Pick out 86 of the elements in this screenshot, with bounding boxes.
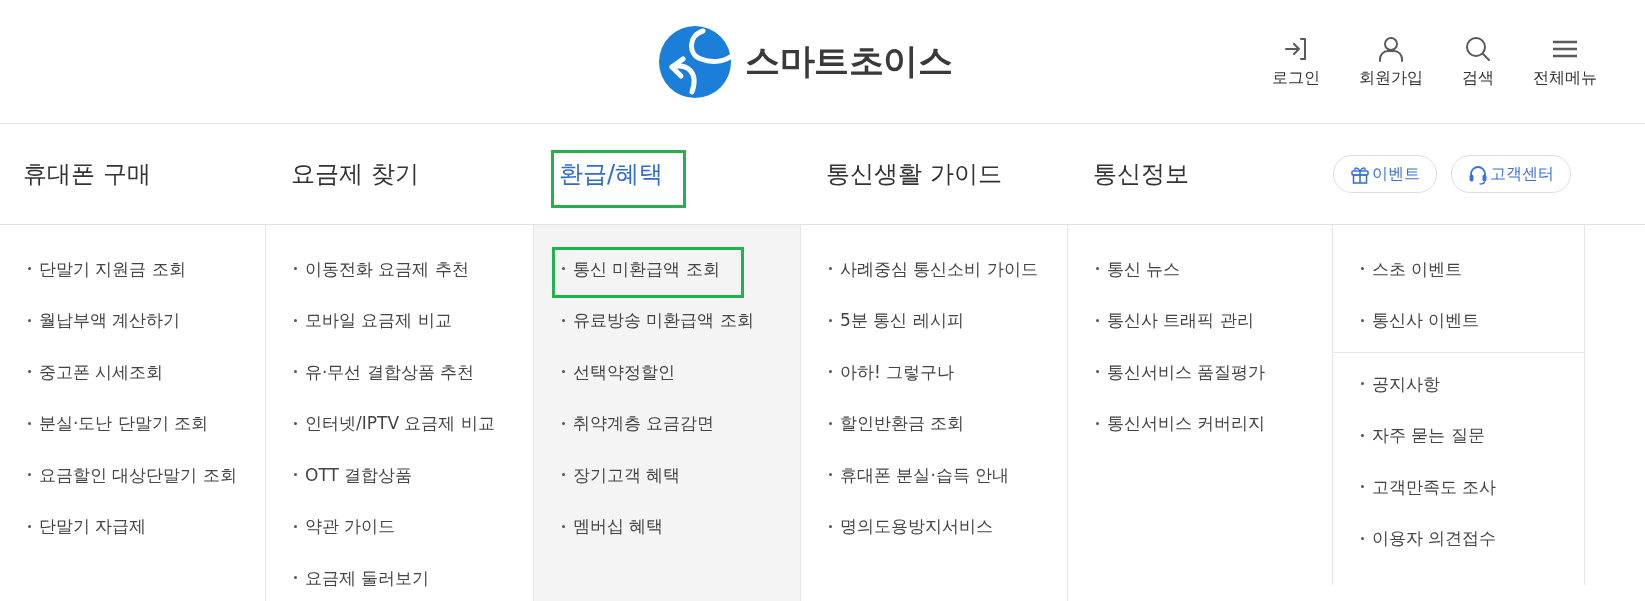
menu-link[interactable]: 명의도용방지서비스 <box>829 514 993 539</box>
quick-link-button[interactable]: 고객센터 <box>1451 155 1571 193</box>
search-icon <box>1464 34 1492 63</box>
bullet-icon <box>28 318 31 322</box>
menu-link[interactable]: 중고폰 시세조회 <box>28 359 164 384</box>
bullet-icon <box>829 267 832 271</box>
menu-link[interactable]: 유료방송 미환급액 조회 <box>562 308 754 333</box>
menu-link[interactable]: 통신사 이벤트 <box>1361 308 1480 333</box>
menu-link[interactable]: 통신서비스 품질평가 <box>1096 359 1266 384</box>
logo-text: 스마트초이스 <box>745 40 952 83</box>
bullet-icon <box>562 524 565 528</box>
menu-link[interactable]: 할인반환금 조회 <box>829 411 965 436</box>
bullet-icon <box>1096 318 1099 322</box>
bullet-icon <box>294 318 297 322</box>
menu-link[interactable]: 선택약정할인 <box>562 359 675 384</box>
menu-link[interactable]: 취약계층 요금감면 <box>562 411 715 436</box>
menu-link[interactable]: 요금제 둘러보기 <box>294 565 430 590</box>
header-action-button[interactable]: 전체메뉴 <box>1533 34 1597 89</box>
nav-tab[interactable]: 환급/혜택 <box>551 150 687 208</box>
menu-link[interactable]: 5분 통신 레시피 <box>829 308 964 333</box>
menu-link[interactable]: 사례중심 통신소비 가이드 <box>829 256 1038 281</box>
menu-link[interactable]: 통신 미환급액 조회 <box>552 246 744 298</box>
bullet-icon <box>829 473 832 477</box>
bullet-icon <box>294 267 297 271</box>
menu-link[interactable]: 통신 뉴스 <box>1096 256 1181 281</box>
menu-link[interactable]: 월납부액 계산하기 <box>28 308 181 333</box>
bullet-icon <box>28 267 31 271</box>
bullet-icon <box>562 421 565 425</box>
menu-link[interactable]: 통신사 트래픽 관리 <box>1096 308 1254 333</box>
nav-tab[interactable]: 요금제 찾기 <box>291 159 419 189</box>
bullet-icon <box>562 318 565 322</box>
bullet-icon <box>829 370 832 374</box>
bullet-icon <box>294 421 297 425</box>
bullet-icon <box>1096 267 1099 271</box>
bullet-icon <box>829 318 832 322</box>
bullet-icon <box>1096 370 1099 374</box>
menu-link[interactable]: 자주 묻는 질문 <box>1361 423 1485 448</box>
nav-tab[interactable]: 통신생활 가이드 <box>826 159 1002 189</box>
bullet-icon <box>1361 318 1364 322</box>
menu-link[interactable]: 이동전화 요금제 추천 <box>294 256 469 281</box>
bullet-icon <box>28 473 31 477</box>
menu-link[interactable]: 모바일 요금제 비교 <box>294 308 452 333</box>
bullet-icon <box>829 524 832 528</box>
menu-link[interactable]: 고객만족도 조사 <box>1361 474 1497 499</box>
menu-link[interactable]: 약관 가이드 <box>294 514 396 539</box>
menu-link[interactable]: 분실·도난 단말기 조회 <box>28 411 209 436</box>
bullet-icon <box>1361 536 1364 540</box>
bullet-icon <box>28 370 31 374</box>
bullet-icon <box>28 524 31 528</box>
menu-link[interactable]: 휴대폰 분실·습득 안내 <box>829 462 1010 487</box>
bullet-icon <box>294 524 297 528</box>
headset-icon <box>1468 163 1488 185</box>
menu-link[interactable]: 공지사항 <box>1361 371 1440 396</box>
bullet-icon <box>1361 433 1364 437</box>
menu-link[interactable]: 요금할인 대상단말기 조회 <box>28 462 237 487</box>
bullet-icon <box>562 473 565 477</box>
menu-link[interactable]: 아하! 그렇구나 <box>829 359 955 384</box>
bullet-icon <box>1361 382 1364 386</box>
nav-tab[interactable]: 통신정보 <box>1093 159 1189 189</box>
bullet-icon <box>294 370 297 374</box>
menu-link[interactable]: 단말기 자급제 <box>28 514 147 539</box>
menu-link[interactable]: 장기고객 혜택 <box>562 462 681 487</box>
bullet-icon <box>1361 267 1364 271</box>
header-action-button[interactable]: 로그인 <box>1272 34 1320 89</box>
bullet-icon <box>562 370 565 374</box>
menu-link[interactable]: 유·무선 결합상품 추천 <box>294 359 475 384</box>
menu-link[interactable]: 이용자 의견접수 <box>1361 526 1497 551</box>
menu-link[interactable]: 단말기 지원금 조회 <box>28 256 186 281</box>
bullet-icon <box>829 421 832 425</box>
header-action-button[interactable]: 회원가입 <box>1359 34 1423 89</box>
person-icon <box>1377 34 1405 63</box>
quick-link-button[interactable]: 이벤트 <box>1333 155 1437 193</box>
menu-link[interactable]: OTT 결합상품 <box>294 462 413 487</box>
menu-link[interactable]: 인터넷/IPTV 요금제 비교 <box>294 411 495 436</box>
bullet-icon <box>1096 421 1099 425</box>
bullet-icon <box>294 473 297 477</box>
nav-tab[interactable]: 휴대폰 구매 <box>23 159 151 189</box>
bullet-icon <box>1361 485 1364 489</box>
menu-link[interactable]: 스초 이벤트 <box>1361 256 1463 281</box>
bullet-icon <box>562 267 565 271</box>
menu-link[interactable]: 멤버십 혜택 <box>562 514 664 539</box>
menu-link[interactable]: 통신서비스 커버리지 <box>1096 411 1266 436</box>
bullet-icon <box>294 576 297 580</box>
logo-icon <box>659 25 731 98</box>
header-action-button[interactable]: 검색 <box>1462 34 1494 89</box>
bullet-icon <box>28 421 31 425</box>
